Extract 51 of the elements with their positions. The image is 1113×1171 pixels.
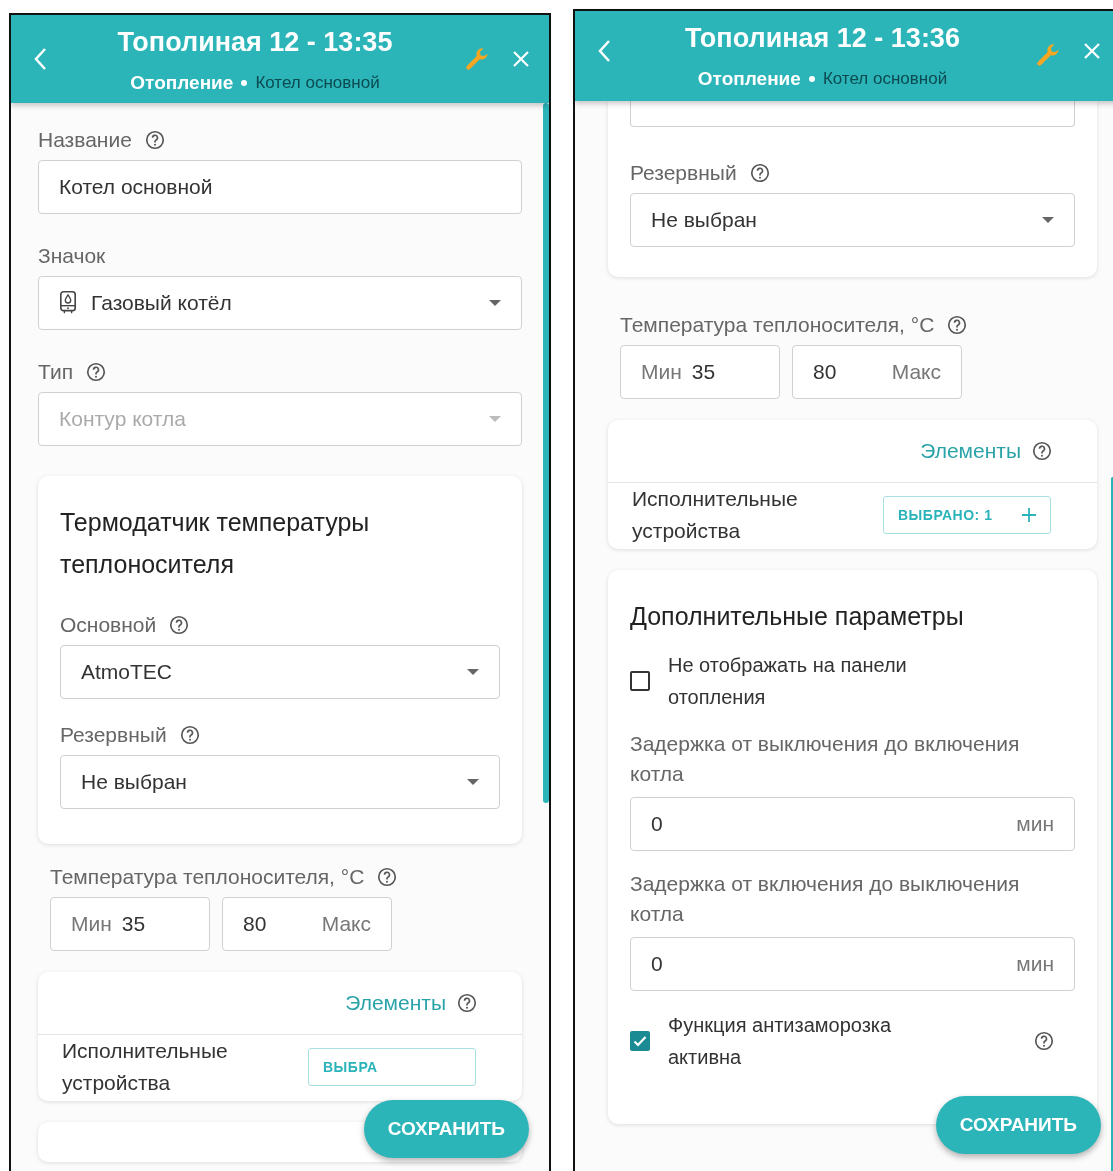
field-label: Температура теплоносителя, °C: [50, 865, 365, 889]
max-input[interactable]: 80 Макс: [222, 897, 392, 951]
name-input[interactable]: Котел основной: [38, 160, 522, 214]
field-label: Температура теплоносителя, °C: [620, 313, 935, 337]
field-label: Название: [38, 128, 132, 152]
minutes-input[interactable]: 0 мин: [630, 937, 1075, 991]
help-icon[interactable]: [1031, 440, 1053, 462]
caret-icon: [467, 669, 479, 675]
dropdown[interactable]: Газовый котёл: [38, 276, 522, 330]
help-icon[interactable]: [456, 992, 478, 1014]
row-label: Исполнительные устройства: [632, 486, 799, 544]
minutes-input[interactable]: 0 мин: [630, 797, 1075, 851]
scrollbar[interactable]: [543, 103, 549, 803]
separator-dot: [808, 76, 815, 82]
field-label: Тип: [38, 360, 73, 384]
help-icon[interactable]: [178, 724, 201, 746]
screen-title: Тополиная 12 - 13:35: [117, 26, 393, 58]
plus-icon: [1022, 508, 1036, 522]
help-icon[interactable]: [946, 314, 969, 336]
row-label: Исполнительные устройства: [62, 1038, 229, 1096]
dropdown[interactable]: Не выбран: [630, 193, 1075, 247]
help-icon[interactable]: [168, 614, 191, 636]
field-label: Резервный: [60, 723, 167, 747]
field-label: Задержка от включения до выключения котла: [630, 871, 1021, 927]
caret-icon: [489, 416, 501, 422]
field-label: Задержка от выключения до включения котла: [630, 731, 1021, 787]
separator-dot: [241, 79, 248, 86]
min-input[interactable]: Мин 35: [50, 897, 210, 951]
max-input[interactable]: 80 Макс: [792, 345, 962, 399]
dropdown[interactable]: Не выбран: [60, 755, 500, 809]
checkbox[interactable]: [630, 1031, 650, 1051]
help-icon[interactable]: [376, 866, 399, 888]
caret-icon: [1042, 217, 1054, 223]
help-icon[interactable]: [143, 129, 166, 151]
min-input[interactable]: Мин 35: [620, 345, 780, 399]
dropdown[interactable]: AtmoTEC: [60, 645, 500, 699]
checkbox-label: Функция антизаморозка активна: [668, 1013, 893, 1070]
caret-icon: [489, 300, 501, 306]
field-label: Значок: [38, 244, 106, 268]
breadcrumb-current: Котел основной: [822, 69, 948, 89]
caret-icon: [467, 779, 479, 785]
checkbox-label: Не отображать на панели отопления: [668, 653, 908, 710]
checkbox[interactable]: [630, 671, 650, 691]
field-label: Резервный: [630, 161, 737, 185]
card-title: Термодатчик температуры теплоносителя: [60, 507, 371, 580]
field-label: Основной: [60, 613, 157, 637]
help-icon[interactable]: [1033, 1030, 1055, 1052]
card-title: Дополнительные параметры: [630, 601, 965, 632]
help-icon[interactable]: [748, 162, 771, 184]
screen-title: Тополиная 12 - 13:36: [685, 23, 960, 54]
breadcrumb-current: Котел основной: [255, 72, 380, 93]
